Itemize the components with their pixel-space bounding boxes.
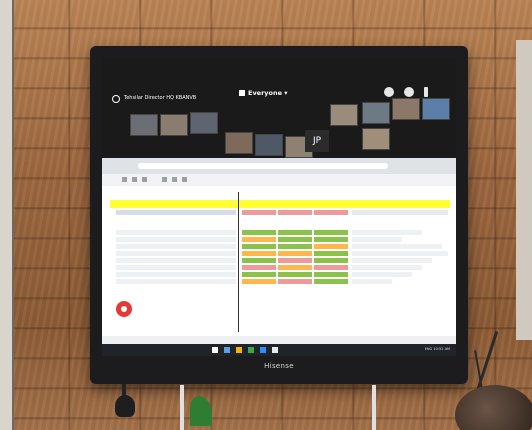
meeting-title: Tehsilar Director HQ KBANVB — [124, 95, 197, 101]
header-row — [110, 200, 450, 208]
search-icon[interactable] — [224, 347, 230, 353]
back-circle-icon[interactable] — [112, 95, 120, 103]
windows-taskbar: ENG 10:52 AM — [102, 344, 456, 356]
table-row[interactable] — [110, 265, 450, 271]
redo-icon[interactable] — [132, 177, 137, 182]
sheet-tabs[interactable] — [102, 336, 456, 344]
video-tile[interactable] — [130, 114, 158, 136]
zoom-icon[interactable] — [260, 347, 266, 353]
video-tile[interactable] — [330, 104, 358, 126]
participants-icon[interactable] — [384, 87, 394, 97]
table-row[interactable] — [110, 230, 450, 236]
address-bar[interactable] — [138, 163, 388, 169]
settings-icon[interactable] — [404, 87, 414, 97]
video-tile[interactable] — [255, 134, 283, 156]
undo-icon[interactable] — [122, 177, 127, 182]
bold-icon[interactable] — [162, 177, 167, 182]
flag-pole — [180, 385, 184, 430]
video-tile[interactable] — [190, 112, 218, 134]
speaker-icon — [239, 90, 245, 96]
presenter-tile[interactable]: JP — [305, 130, 329, 152]
app-icon[interactable] — [272, 347, 278, 353]
audience-dropdown[interactable]: Everyone ▾ — [239, 89, 288, 97]
record-icon[interactable] — [116, 301, 132, 317]
file-explorer-icon[interactable] — [236, 347, 242, 353]
table-row[interactable] — [110, 258, 450, 264]
more-options-icon[interactable] — [424, 87, 428, 97]
stand-pole — [372, 385, 376, 430]
table-row[interactable] — [110, 237, 450, 243]
sheet-toolbar — [102, 174, 456, 186]
chrome-icon[interactable] — [248, 347, 254, 353]
video-tile[interactable] — [362, 128, 390, 150]
zoom-meeting-bar: Tehsilar Director HQ KBANVB Everyone ▾ J… — [102, 58, 456, 158]
table-row[interactable] — [110, 272, 450, 278]
tv-brand-logo: Hisense — [264, 362, 294, 370]
italic-icon[interactable] — [172, 177, 177, 182]
video-tile[interactable] — [422, 98, 450, 120]
spreadsheet[interactable] — [102, 186, 456, 336]
video-tile[interactable] — [160, 114, 188, 136]
start-icon[interactable] — [212, 347, 218, 353]
door-frame — [0, 0, 14, 430]
color-icon[interactable] — [182, 177, 187, 182]
system-tray: ENG 10:52 AM — [424, 347, 450, 351]
column-divider — [238, 192, 239, 332]
audience-label: Everyone — [248, 89, 283, 97]
webcam — [115, 395, 135, 417]
video-tile[interactable] — [362, 102, 390, 124]
print-icon[interactable] — [142, 177, 147, 182]
wall-panel — [516, 40, 532, 340]
tv-screen: Tehsilar Director HQ KBANVB Everyone ▾ J… — [102, 58, 456, 356]
video-tiles — [130, 98, 450, 158]
video-tile[interactable] — [392, 98, 420, 120]
table-row[interactable] — [110, 279, 450, 285]
browser-tab-bar — [102, 158, 456, 174]
video-tile[interactable] — [225, 132, 253, 154]
table-row[interactable] — [110, 210, 450, 216]
table-row[interactable] — [110, 251, 450, 257]
table-row[interactable] — [110, 244, 450, 250]
